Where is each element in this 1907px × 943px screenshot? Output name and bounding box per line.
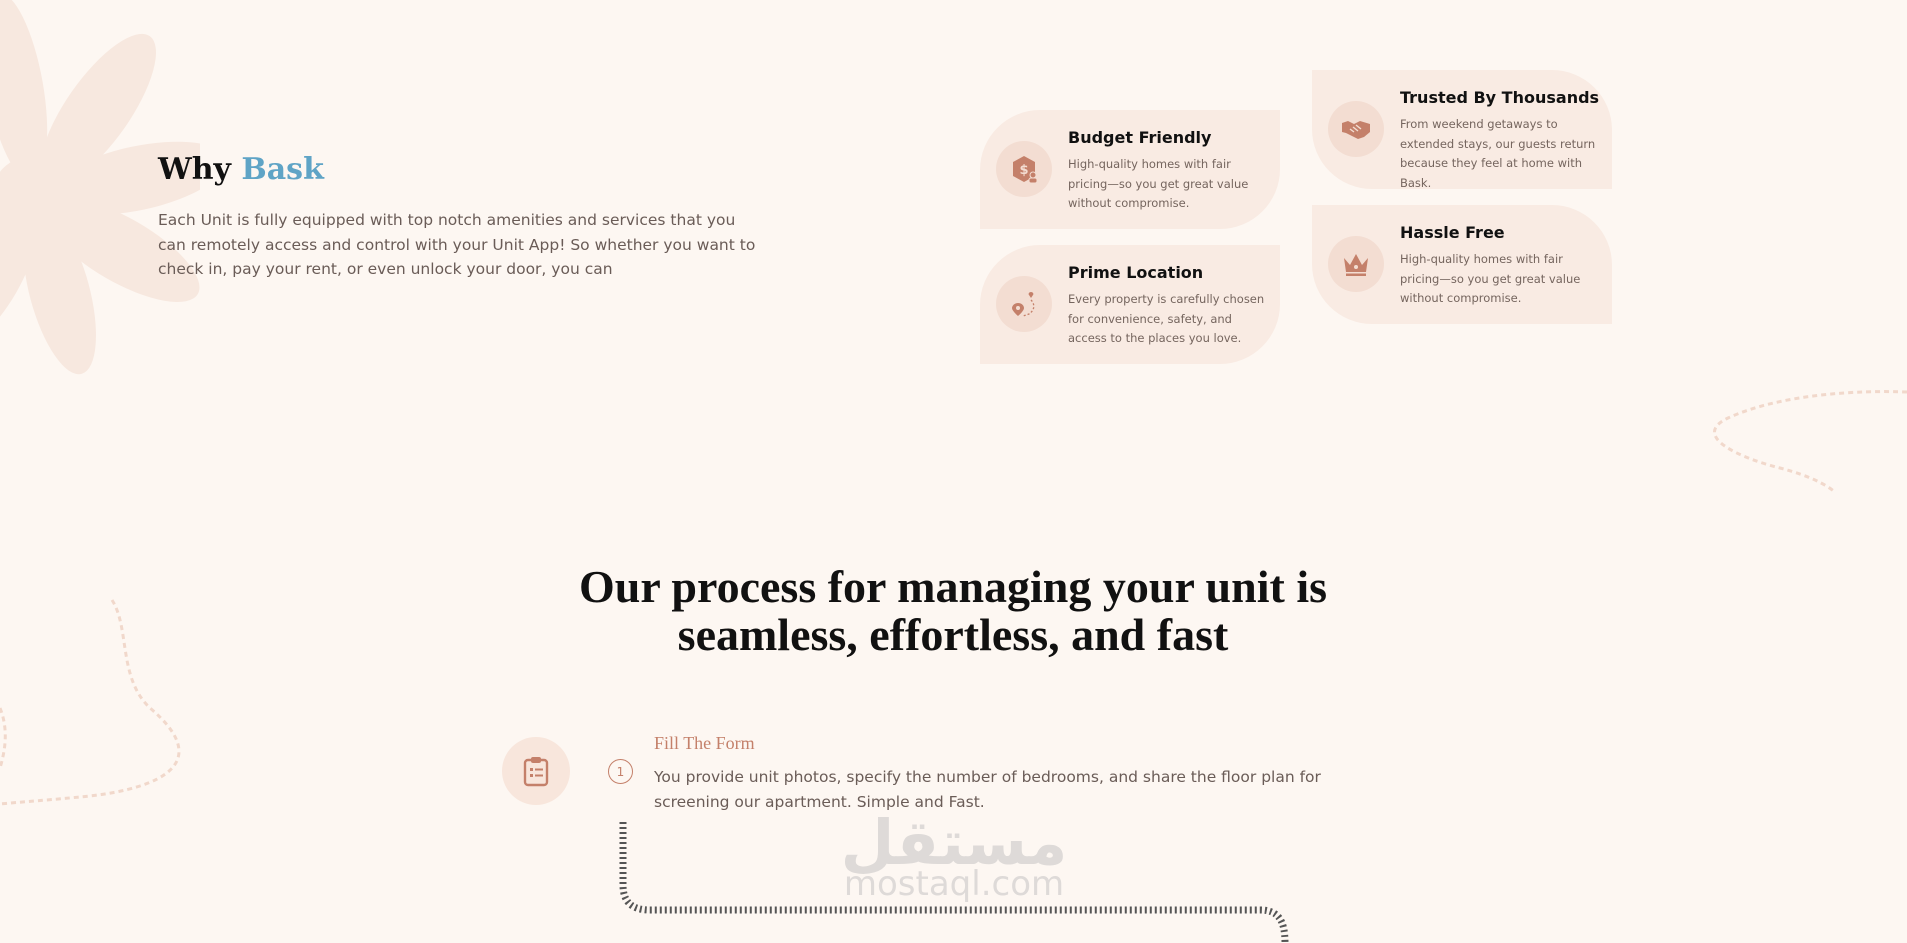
why-title-prefix: Why xyxy=(158,152,231,187)
feature-title: Prime Location xyxy=(1068,263,1204,282)
feature-title: Hassle Free xyxy=(1400,223,1505,242)
price-tag-icon: $ xyxy=(996,141,1052,197)
step-title: Fill The Form xyxy=(654,733,755,753)
process-title-line1: Our process for managing your unit is xyxy=(578,561,1328,612)
location-pin-icon xyxy=(996,276,1052,332)
why-bask-title: Why Bask xyxy=(158,152,324,187)
feature-card-budget-friendly: $ Budget Friendly High-quality homes wit… xyxy=(980,110,1280,229)
feature-card-trusted-by-thousands: Trusted By Thousands From weekend getawa… xyxy=(1312,70,1612,190)
clipboard-icon xyxy=(502,737,570,805)
handshake-icon xyxy=(1328,101,1384,157)
dashed-squiggle-left xyxy=(0,599,181,806)
feature-description: High-quality homes with fair pricing—so … xyxy=(1068,157,1249,210)
feature-card-hassle-free: Hassle Free High-quality homes with fair… xyxy=(1312,205,1612,324)
feature-title: Trusted By Thousands xyxy=(1400,88,1600,107)
watermark-latin: mostaql.com xyxy=(843,864,1065,904)
feature-card-prime-location: Prime Location Every property is careful… xyxy=(980,245,1280,364)
process-title-line2: seamless, effortless, and fast xyxy=(677,609,1229,660)
feature-title: Budget Friendly xyxy=(1068,128,1212,147)
dashed-squiggle-right xyxy=(1713,390,1907,494)
watermark: مستقل mostaql.com xyxy=(838,812,1070,904)
why-title-accent: Bask xyxy=(241,152,324,187)
flower-decoration xyxy=(0,0,200,375)
step-number: 1 xyxy=(608,759,633,784)
svg-text:$: $ xyxy=(1019,163,1028,178)
why-bask-description: Each Unit is fully equipped with top not… xyxy=(158,211,756,278)
crown-icon xyxy=(1328,236,1384,292)
feature-description: From weekend getaways to extended stays,… xyxy=(1400,117,1596,190)
page: Why Bask Each Unit is fully equipped wit… xyxy=(0,0,1907,943)
feature-description: Every property is carefully chosen for c… xyxy=(1068,292,1265,345)
process-title: Our process for managing your unit is se… xyxy=(453,563,1453,659)
feature-description: High-quality homes with fair pricing—so … xyxy=(1400,252,1581,305)
